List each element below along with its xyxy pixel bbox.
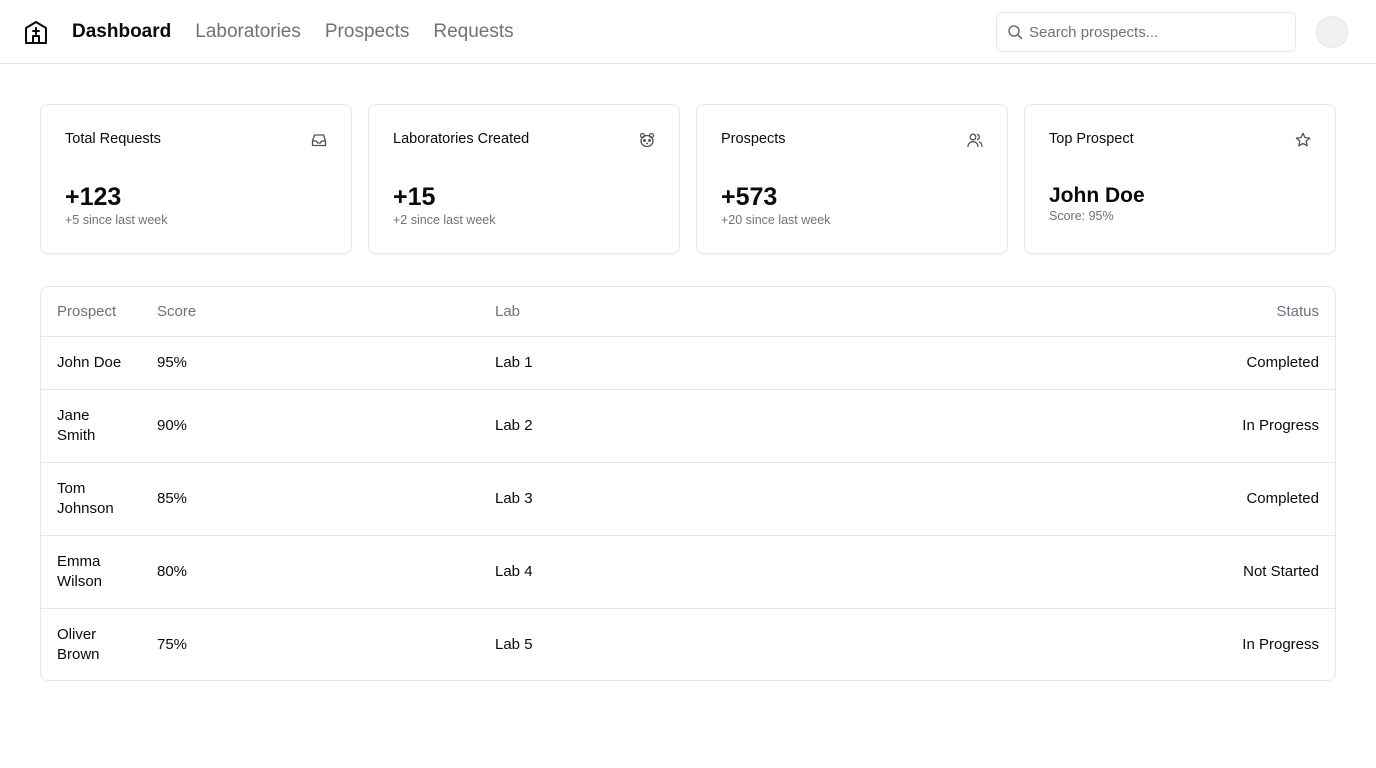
card-title: Top Prospect [1049,131,1134,147]
table-row[interactable]: John Doe 95% Lab 1 Completed [41,336,1335,390]
card-subtext: Score: 95% [1049,209,1114,223]
cell-status: Not Started [737,535,1335,609]
nav-prospects[interactable]: Prospects [325,21,409,43]
cell-lab: Lab 4 [495,535,738,609]
cell-score: 80% [157,535,495,609]
search-box[interactable] [996,12,1296,52]
cell-score: 75% [157,635,188,653]
cell-status: Completed [737,462,1335,536]
card-prospects: Prospects +573 +20 since last week [696,104,1008,254]
card-value: John Doe [1049,184,1145,207]
column-header-prospect[interactable]: Prospect [41,287,157,337]
nav-dashboard[interactable]: Dashboard [72,21,171,43]
table-row[interactable]: Emma Wilson 80% Lab 4 Not Started [41,535,1335,609]
cell-lab: Lab 1 [495,336,738,390]
prospect-name: Tom Johnson [57,479,114,517]
column-header-status[interactable]: Status [737,287,1335,337]
card-total-requests: Total Requests +123 +5 since last week [40,104,352,254]
table-header-row: Prospect Score Lab Status [41,287,1335,337]
cell-lab: Lab 5 [495,635,533,653]
star-icon [1295,132,1311,147]
card-subtext: +5 since last week [65,213,168,227]
cell-prospect: Emma Wilson [41,535,157,609]
prospects-table: Prospect Score Lab Status John Doe 95% L… [40,286,1336,681]
column-header-score[interactable]: Score [157,287,495,337]
cell-prospect: Tom Johnson [41,462,157,536]
table-row[interactable]: Oliver Brown 75% Lab 5 In Progress [41,608,1335,680]
prospect-name: Emma Wilson [57,552,103,590]
cell-prospect: Oliver Brown [41,608,157,680]
cell-status: In Progress [1242,635,1319,653]
prospect-name: Jane Smith [57,406,96,444]
card-subtext: +20 since last week [721,213,831,227]
main-nav: Dashboard Laboratories Prospects Request… [72,0,514,64]
building-logo-icon[interactable] [23,19,49,45]
cell-prospect: John Doe [41,336,157,390]
cell-score: 85% [157,462,495,536]
cell-lab: Lab 3 [495,462,738,536]
card-value: +15 [393,183,436,211]
prospect-name: John Doe [57,353,122,371]
card-laboratories-created: Laboratories Created +15 +2 since last w… [368,104,680,254]
card-title: Laboratories Created [393,131,530,147]
table-row[interactable]: Tom Johnson 85% Lab 3 Completed [41,462,1335,536]
prospect-name: Oliver Brown [57,625,100,663]
nav-requests[interactable]: Requests [433,21,513,43]
panda-icon [639,132,655,148]
user-avatar[interactable] [1316,16,1348,48]
cell-score: 95% [157,336,495,390]
search-input[interactable] [1029,13,1289,51]
card-top-prospect: Top Prospect John Doe Score: 95% [1024,104,1336,254]
nav-laboratories[interactable]: Laboratories [195,21,301,43]
card-title: Prospects [721,131,786,147]
users-icon [967,133,983,148]
card-value: +123 [65,183,122,211]
cell-prospect: Jane Smith [41,389,157,463]
card-title: Total Requests [65,131,161,147]
table-row[interactable]: Jane Smith 90% Lab 2 In Progress [41,389,1335,463]
card-value: +573 [721,183,778,211]
cell-status: Completed [737,336,1335,390]
cell-lab: Lab 2 [495,389,738,463]
cell-score: 90% [157,389,495,463]
card-subtext: +2 since last week [393,213,496,227]
top-header: Dashboard Laboratories Prospects Request… [0,0,1376,64]
stats-cards: Total Requests +123 +5 since last week L… [40,104,1336,254]
cell-status: In Progress [737,389,1335,463]
search-icon [1008,25,1023,40]
inbox-icon [311,134,327,147]
column-header-lab[interactable]: Lab [495,287,738,337]
